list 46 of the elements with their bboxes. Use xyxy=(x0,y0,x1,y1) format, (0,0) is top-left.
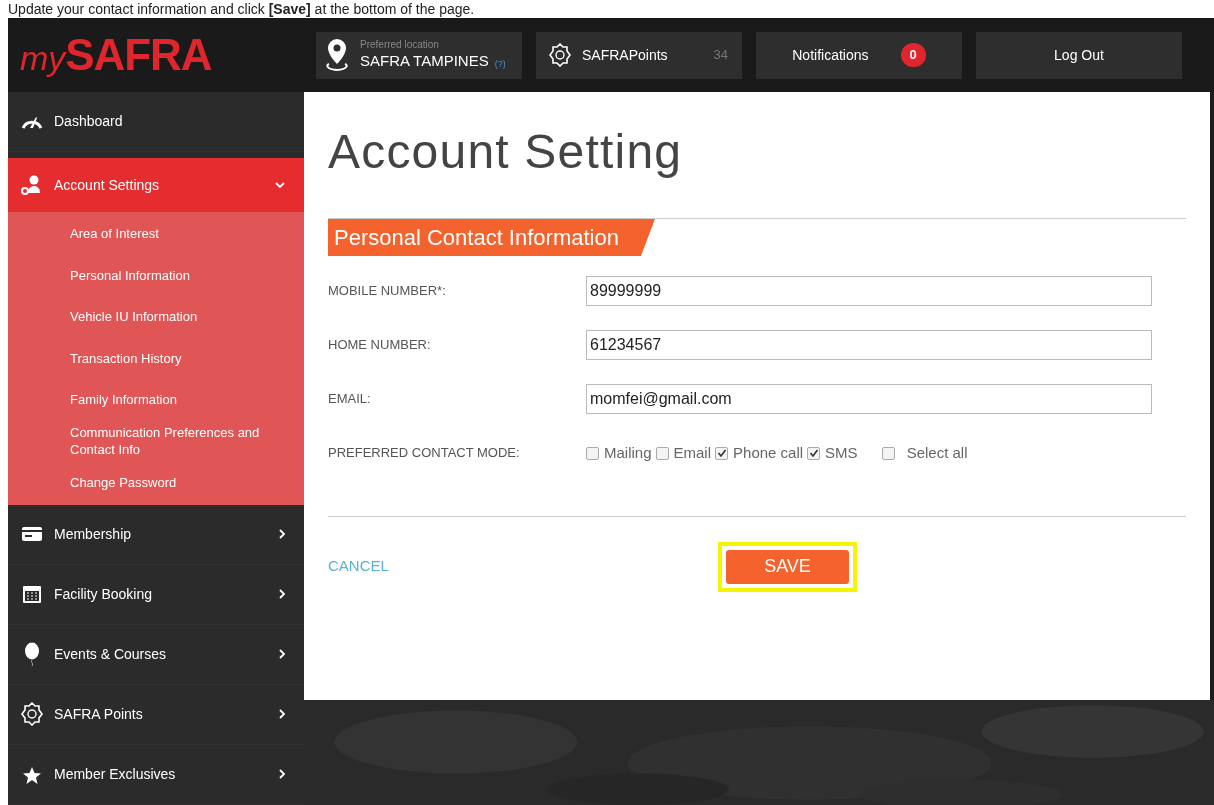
chevron-right-icon xyxy=(278,588,286,600)
location-pin-icon xyxy=(324,37,350,73)
save-button[interactable]: SAVE xyxy=(726,549,849,584)
checkmark-icon xyxy=(808,448,819,458)
location-name: SAFRA TAMPINES xyxy=(360,51,489,71)
submenu-item[interactable]: Vehicle IU Information xyxy=(8,296,304,338)
chevron-down-icon xyxy=(274,181,286,189)
help-link[interactable]: (?) xyxy=(494,59,506,71)
location-button[interactable]: Preferred location SAFRA TAMPINES (?) xyxy=(316,31,522,79)
field-label: HOME NUMBER: xyxy=(328,336,432,355)
submenu-item[interactable]: Family Information xyxy=(8,379,304,421)
notifications-button[interactable]: Notifications 0 xyxy=(756,31,962,79)
checkbox-option[interactable]: Mailing xyxy=(586,441,652,465)
notification-count: 0 xyxy=(900,43,926,67)
page-title: Account Setting xyxy=(328,128,684,176)
field-label: PREFERRED CONTACT MODE: xyxy=(328,444,521,463)
chevron-right-icon xyxy=(278,768,286,780)
checkbox-option[interactable]: Phone call xyxy=(715,441,804,465)
logo[interactable]: mySAFRA xyxy=(8,22,304,88)
input-field[interactable]: momfei@gmail.com xyxy=(586,384,1152,414)
submenu-item[interactable]: Change Password xyxy=(8,462,304,504)
input-field[interactable]: 61234567 xyxy=(586,330,1152,360)
submenu-item[interactable]: Communication Preferences and Contact Info xyxy=(8,420,304,462)
badge-icon xyxy=(20,702,44,726)
checkbox-option[interactable]: SMS xyxy=(807,441,858,465)
submenu-item[interactable]: Personal Information xyxy=(8,254,304,296)
checkmark-icon xyxy=(716,448,727,458)
sidebar-item[interactable]: Account Settings xyxy=(8,158,304,212)
field-label: MOBILE NUMBER*: xyxy=(328,282,447,301)
input-field[interactable]: 89999999 xyxy=(586,276,1152,306)
checkbox-option[interactable]: Select all xyxy=(881,441,968,465)
checkbox-option[interactable]: Email xyxy=(655,441,712,465)
section-banner: Personal Contact Information xyxy=(328,219,655,256)
points-value: 34 xyxy=(713,46,728,65)
chevron-right-icon xyxy=(278,648,286,660)
chevron-right-icon xyxy=(278,708,286,720)
field-label: EMAIL: xyxy=(328,390,372,409)
points-badge-icon xyxy=(548,43,572,67)
logout-button[interactable]: Log Out xyxy=(976,31,1182,79)
location-caption: Preferred location xyxy=(360,39,440,52)
submenu-item[interactable]: Transaction History xyxy=(8,337,304,379)
points-button[interactable]: SAFRAPoints 34 xyxy=(536,31,742,79)
submenu-item[interactable]: Area of Interest xyxy=(8,213,304,255)
chevron-right-icon xyxy=(278,528,286,540)
points-label: SAFRAPoints xyxy=(582,45,668,65)
instruction-text: Update your contact information and click [Save] at the bottom of the page. xyxy=(8,1,475,17)
